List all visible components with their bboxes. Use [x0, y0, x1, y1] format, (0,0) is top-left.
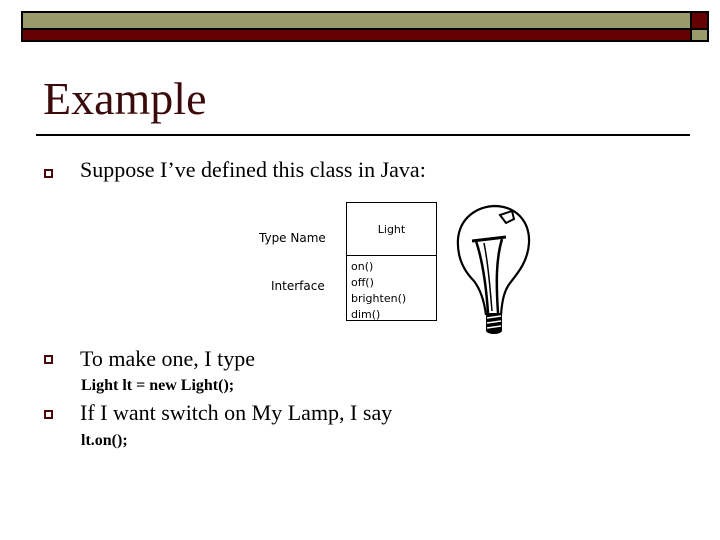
header-square-olive — [690, 28, 709, 42]
uml-method: off() — [351, 276, 374, 289]
bullet-icon — [44, 355, 53, 364]
uml-class-box: Light on() off() brighten() dim() — [346, 202, 437, 321]
uml-method: brighten() — [351, 292, 407, 305]
light-bulb-icon — [456, 204, 531, 334]
slide-title: Example — [43, 73, 207, 124]
bullet-text-3: If I want switch on My Lamp, I say — [80, 400, 393, 425]
code-snippet-2: lt.on(); — [81, 432, 128, 449]
uml-method: on() — [351, 260, 374, 273]
title-divider — [36, 134, 690, 136]
bullet-icon — [44, 169, 53, 178]
uml-method-list: on() off() brighten() dim() — [351, 259, 406, 323]
uml-class-name: Light — [347, 203, 436, 256]
bullet-text-1: Suppose I’ve defined this class in Java: — [80, 157, 426, 182]
bullet-icon — [44, 410, 53, 419]
uml-method: dim() — [351, 308, 381, 321]
interface-label: Interface — [271, 279, 325, 293]
header-bar-red — [21, 28, 692, 42]
code-snippet-1: Light lt = new Light(); — [81, 377, 235, 394]
type-name-label: Type Name — [259, 231, 326, 245]
bullet-text-2: To make one, I type — [80, 346, 256, 371]
